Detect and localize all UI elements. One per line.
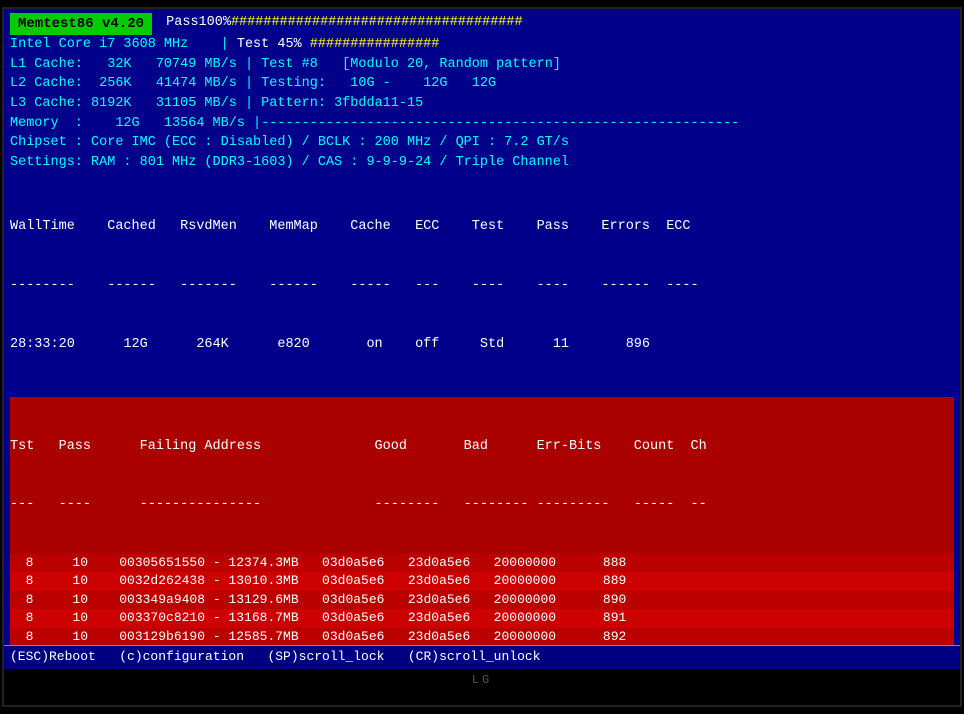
l2-line: L2 Cache: 256K 41474 MB/s | Testing: 10G…: [10, 74, 954, 94]
test-bar: ################: [310, 37, 440, 52]
pass-label: Pass100%: [166, 15, 231, 30]
error-section: Tst Pass Failing Address Good Bad Err-Bi…: [10, 397, 954, 554]
monitor-brand: LG: [4, 669, 960, 691]
pass-info: Pass100%################################…: [152, 13, 954, 35]
l1-line: L1 Cache: 32K 70749 MB/s | Test #8 [Modu…: [10, 55, 954, 75]
table-col-dividers: -------- ------ ------- ------ ----- ---…: [10, 276, 954, 296]
table-header: WallTime Cached RsvdMen MemMap Cache ECC…: [10, 178, 954, 393]
l1-text: L1 Cache: 32K 70749 MB/s: [10, 57, 237, 72]
testing-text: Testing: 10G - 12G 12G: [261, 76, 496, 91]
app-title: Memtest86 v4.20: [10, 13, 152, 35]
bottom-bar: (ESC)Reboot (c)configuration (SP)scroll_…: [4, 645, 960, 669]
memory-text: Memory : 12G 13564 MB/s: [10, 116, 245, 131]
error-col-headers: Tst Pass Failing Address Good Bad Err-Bi…: [10, 437, 954, 457]
cpu-line: Intel Core i7 3608 MHz | Test 45% ######…: [10, 35, 954, 55]
memory-line: Memory : 12G 13564 MB/s |---------------…: [10, 114, 954, 134]
l3-line: L3 Cache: 8192K 31105 MB/s | Pattern: 3f…: [10, 94, 954, 114]
test-num: Test #8 [Modulo 20, Random pattern]: [261, 57, 561, 72]
error-col-dividers: --- ---- --------------- -------- ------…: [10, 495, 954, 515]
error-row-0: 8 10 00305651550 - 12374.3MB 03d0a5e6 23…: [10, 554, 954, 572]
pass-bar: ####################################: [231, 15, 523, 30]
table-data-row: 28:33:20 12G 264K e820 on off Std 11 896: [10, 335, 954, 355]
chipset-line: Chipset : Core IMC (ECC : Disabled) / BC…: [10, 133, 954, 153]
error-row-4: 8 10 003129b6190 - 12585.7MB 03d0a5e6 23…: [10, 628, 954, 646]
header-bar: Memtest86 v4.20 Pass100%################…: [10, 13, 954, 35]
error-row-2: 8 10 003349a9408 - 13129.6MB 03d0a5e6 23…: [10, 591, 954, 609]
settings-line: Settings: RAM : 801 MHz (DDR3-1603) / CA…: [10, 153, 954, 173]
error-row-1: 8 10 0032d262438 - 13010.3MB 03d0a5e6 23…: [10, 572, 954, 590]
table-col-headers: WallTime Cached RsvdMen MemMap Cache ECC…: [10, 217, 954, 237]
monitor: Memtest86 v4.20 Pass100%################…: [2, 7, 962, 707]
error-row-3: 8 10 003370c8210 - 13168.7MB 03d0a5e6 23…: [10, 609, 954, 627]
l2-text: L2 Cache: 256K 41474 MB/s: [10, 76, 237, 91]
screen: Memtest86 v4.20 Pass100%################…: [4, 9, 960, 669]
cpu-section: Intel Core i7 3608 MHz | Test 45% ######…: [10, 35, 954, 172]
test-label: Test 45%: [237, 37, 302, 52]
divider-line: ----------------------------------------…: [261, 116, 739, 131]
cpu-text: Intel Core i7 3608 MHz: [10, 37, 188, 52]
l3-text: L3 Cache: 8192K 31105 MB/s: [10, 96, 237, 111]
pattern-text: Pattern: 3fbdda11-15: [261, 96, 423, 111]
